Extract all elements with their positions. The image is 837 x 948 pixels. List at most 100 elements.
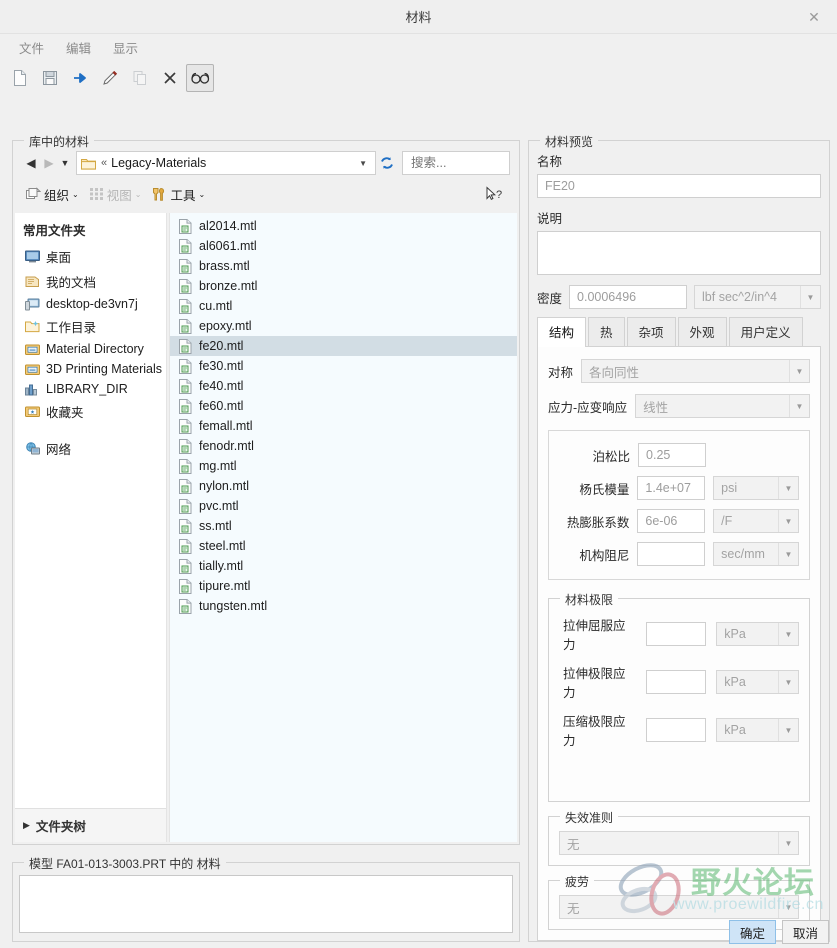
- density-unit-select[interactable]: lbf sec^2/in^4 ▼: [694, 285, 821, 309]
- mtl-file-icon: [178, 318, 192, 334]
- breadcrumb[interactable]: Legacy-Materials: [111, 156, 355, 170]
- list-item[interactable]: tungsten.mtl: [170, 596, 517, 616]
- list-item[interactable]: al6061.mtl: [170, 236, 517, 256]
- fatigue-select[interactable]: 无 ▼: [559, 895, 799, 919]
- back-icon[interactable]: ◀: [22, 154, 40, 172]
- history-caret-icon[interactable]: ▼: [58, 154, 72, 172]
- density-field[interactable]: 0.0006496: [569, 285, 688, 309]
- tab-2[interactable]: 杂项: [626, 317, 676, 346]
- title-bar: 材料 ✕: [0, 0, 837, 34]
- list-item[interactable]: bronze.mtl: [170, 276, 517, 296]
- search-input[interactable]: [409, 155, 503, 171]
- list-item[interactable]: fe30.mtl: [170, 356, 517, 376]
- list-item[interactable]: fe60.mtl: [170, 396, 517, 416]
- property-value-field[interactable]: 0.25: [638, 443, 707, 467]
- sidebar-item-favorites[interactable]: 收藏夹: [15, 399, 166, 424]
- failure-select[interactable]: 无 ▼: [559, 831, 799, 855]
- ok-button[interactable]: 确定: [728, 920, 776, 944]
- list-item[interactable]: nylon.mtl: [170, 476, 517, 496]
- list-item[interactable]: tipure.mtl: [170, 576, 517, 596]
- list-item[interactable]: cu.mtl: [170, 296, 517, 316]
- list-item[interactable]: fenodr.mtl: [170, 436, 517, 456]
- library-group-title: 库中的材料: [24, 133, 95, 150]
- menu-item-view[interactable]: 显示: [104, 35, 147, 60]
- model-materials-list[interactable]: [19, 875, 513, 933]
- sidebar-item-material-directory[interactable]: Material Directory: [15, 339, 166, 359]
- cancel-button[interactable]: 取消: [781, 920, 829, 944]
- sidebar-item-3d-printing-materials[interactable]: 3D Printing Materials: [15, 359, 166, 379]
- list-item[interactable]: mg.mtl: [170, 456, 517, 476]
- list-item[interactable]: fe20.mtl: [170, 336, 517, 356]
- property-unit-select[interactable]: sec/mm ▼: [713, 542, 799, 566]
- tab-4[interactable]: 用户定义: [728, 317, 803, 346]
- close-icon[interactable]: ✕: [791, 0, 837, 34]
- model-group-title: 模型 FA01-013-3003.PRT 中的 材料: [24, 855, 226, 872]
- list-item[interactable]: femall.mtl: [170, 416, 517, 436]
- property-unit-select[interactable]: /F ▼: [713, 509, 799, 533]
- list-item[interactable]: steel.mtl: [170, 536, 517, 556]
- tab-0[interactable]: 结构: [537, 317, 587, 347]
- sidebar-item-working-directory[interactable]: 工作目录: [15, 314, 166, 339]
- list-item[interactable]: tially.mtl: [170, 556, 517, 576]
- file-name: brass.mtl: [199, 259, 250, 273]
- property-value-field[interactable]: [637, 542, 706, 566]
- limit-value-field[interactable]: [645, 622, 707, 646]
- delete-x-icon[interactable]: [156, 64, 184, 92]
- sidebar-item-computer[interactable]: desktop-de3vn7j: [15, 294, 166, 314]
- save-icon[interactable]: [36, 64, 64, 92]
- copy-icon: [126, 64, 154, 92]
- refresh-icon[interactable]: [376, 151, 398, 175]
- file-name: pvc.mtl: [199, 499, 239, 513]
- assign-arrow-icon[interactable]: [66, 64, 94, 92]
- tab-3[interactable]: 外观: [677, 317, 727, 346]
- property-value-field[interactable]: 1.4e+07: [637, 476, 706, 500]
- stress-strain-select[interactable]: 线性 ▼: [635, 394, 810, 418]
- description-field[interactable]: [537, 231, 821, 275]
- material-file-list[interactable]: al2014.mtl al6061.mtl brass.mtl bronze.m…: [169, 213, 517, 842]
- forward-icon[interactable]: ▶: [40, 154, 58, 172]
- tools-menu[interactable]: 工具 ⌄: [148, 183, 209, 206]
- edit-pencil-icon[interactable]: [96, 64, 124, 92]
- property-label: 机构阻尼: [579, 548, 630, 563]
- limit-value-field[interactable]: [645, 718, 707, 742]
- list-item[interactable]: ss.mtl: [170, 516, 517, 536]
- file-name: ss.mtl: [199, 519, 232, 533]
- folder-tree-toggle[interactable]: ▶ 文件夹树: [15, 808, 166, 842]
- sidebar-item-my-documents[interactable]: 我的文档: [15, 269, 166, 294]
- sidebar-item-network[interactable]: 网络: [15, 436, 166, 461]
- organize-menu[interactable]: 组织 ⌄: [22, 183, 83, 206]
- property-unit-select[interactable]: psi ▼: [713, 476, 799, 500]
- view-menu[interactable]: 视图 ⌄: [86, 183, 146, 206]
- help-cursor-icon[interactable]: ?: [484, 186, 506, 202]
- limit-unit-select[interactable]: kPa ▼: [716, 670, 799, 694]
- property-value-field[interactable]: 6e-06: [637, 509, 706, 533]
- chevron-down-icon[interactable]: ▼: [355, 159, 371, 168]
- glasses-view-icon[interactable]: [186, 64, 214, 92]
- search-box[interactable]: [402, 151, 510, 175]
- list-item[interactable]: al2014.mtl: [170, 216, 517, 236]
- name-field[interactable]: FE20: [537, 174, 821, 198]
- tools-label: 工具: [170, 188, 196, 203]
- limit-unit-select[interactable]: kPa ▼: [716, 622, 799, 646]
- file-name: cu.mtl: [199, 299, 233, 313]
- limit-unit-select[interactable]: kPa ▼: [716, 718, 799, 742]
- list-item[interactable]: brass.mtl: [170, 256, 517, 276]
- address-bar-row: ◀ ▶ ▼ « Legacy-Materials ▼: [22, 151, 510, 175]
- mtl-file-icon: [178, 538, 192, 554]
- list-item[interactable]: fe40.mtl: [170, 376, 517, 396]
- list-item[interactable]: epoxy.mtl: [170, 316, 517, 336]
- menu-item-edit[interactable]: 编辑: [57, 35, 100, 60]
- material-limits-group: 材料极限 拉伸屈服应力 kPa ▼ 拉伸极限应力 kPa ▼ 压缩极限应力 kP…: [548, 591, 810, 802]
- chevron-down-icon: ▼: [778, 896, 798, 918]
- address-input[interactable]: « Legacy-Materials ▼: [76, 151, 376, 175]
- sidebar-item-desktop[interactable]: 桌面: [15, 244, 166, 269]
- property-row: 热膨胀系数 6e-06 /F ▼: [555, 509, 799, 533]
- tab-1[interactable]: 热: [588, 317, 625, 346]
- sidebar-item-library-dir[interactable]: LIBRARY_DIR: [15, 379, 166, 399]
- list-item[interactable]: pvc.mtl: [170, 496, 517, 516]
- new-icon[interactable]: [6, 64, 34, 92]
- chevron-right-icon: ▶: [23, 820, 30, 830]
- limit-value-field[interactable]: [645, 670, 707, 694]
- menu-item-file[interactable]: 文件: [10, 35, 53, 60]
- symmetry-select[interactable]: 各向同性 ▼: [581, 359, 810, 383]
